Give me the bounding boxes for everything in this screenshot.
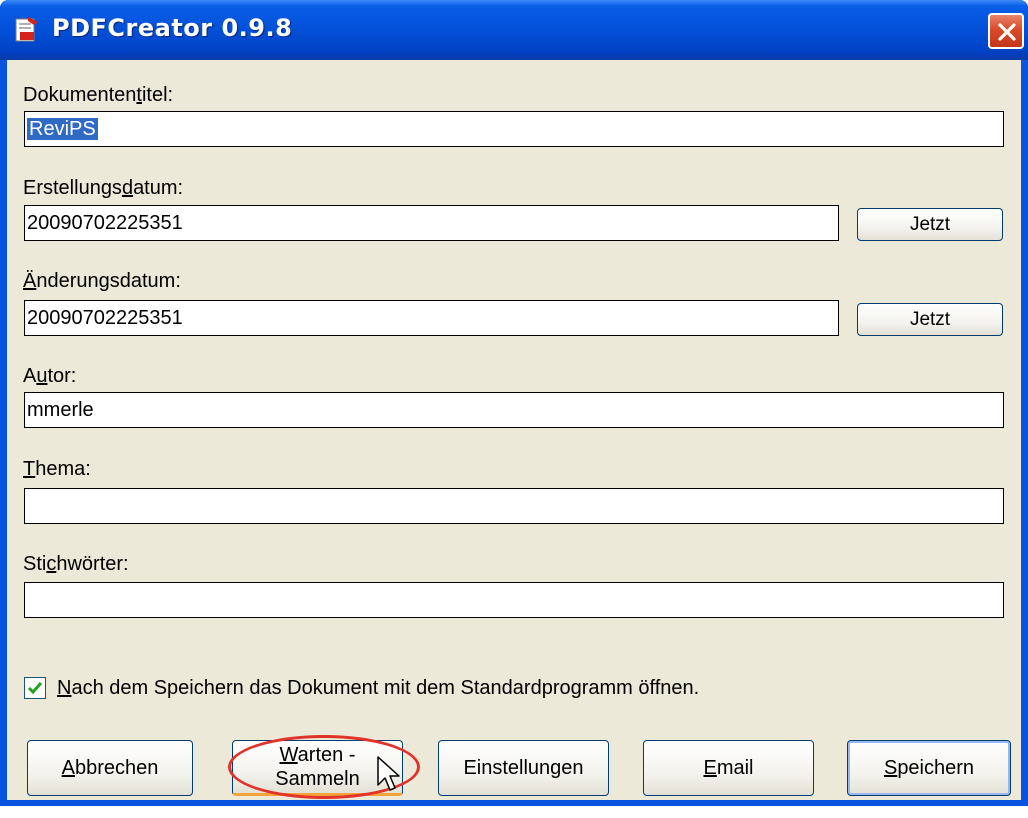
abbrechen-button[interactable]: Abbrechen — [27, 740, 193, 796]
checkmark-icon — [27, 682, 43, 695]
dokumententitel-input[interactable]: ReviPS — [24, 111, 1004, 147]
open-after-save-checkbox[interactable] — [24, 677, 46, 699]
aenderungsdatum-input[interactable]: 20090702225351 — [24, 300, 839, 336]
close-button[interactable] — [988, 13, 1024, 49]
aenderungsdatum-jetzt-button[interactable]: Jetzt — [857, 303, 1003, 336]
email-button[interactable]: Email — [643, 740, 814, 796]
label-dokumententitel: Dokumententitel: — [23, 84, 174, 106]
label-aenderungsdatum: Änderungsdatum: — [23, 270, 181, 292]
label-erstellungsdatum: Erstellungsdatum: — [23, 177, 184, 199]
title-bar[interactable]: PDFCreator 0.9.8 — [0, 0, 1028, 60]
label-autor: Autor: — [23, 365, 77, 387]
erstellungsdatum-jetzt-button[interactable]: Jetzt — [857, 208, 1003, 241]
label-stichwoerter: Stichwörter: — [23, 553, 129, 575]
dialog-window: PDFCreator 0.9.8 Dokumententitel: ReviPS… — [0, 0, 1028, 806]
thema-input[interactable] — [24, 488, 1004, 524]
window-title: PDFCreator 0.9.8 — [52, 14, 293, 42]
selected-title-text: ReviPS — [27, 118, 98, 140]
mouse-cursor-icon — [377, 756, 400, 791]
close-icon — [998, 23, 1016, 41]
speichern-button[interactable]: Speichern — [847, 740, 1011, 796]
autor-input[interactable]: mmerle — [24, 392, 1004, 428]
pdfcreator-app-icon — [15, 17, 38, 42]
label-thema: Thema: — [23, 458, 91, 480]
stichwoerter-input[interactable] — [24, 582, 1004, 618]
einstellungen-button[interactable]: Einstellungen — [438, 740, 609, 796]
erstellungsdatum-input[interactable]: 20090702225351 — [24, 205, 839, 241]
dialog-client-area: Dokumententitel: ReviPS Erstellungsdatum… — [7, 60, 1021, 800]
open-after-save-label[interactable]: Nach dem Speichern das Dokument mit dem … — [57, 677, 699, 700]
